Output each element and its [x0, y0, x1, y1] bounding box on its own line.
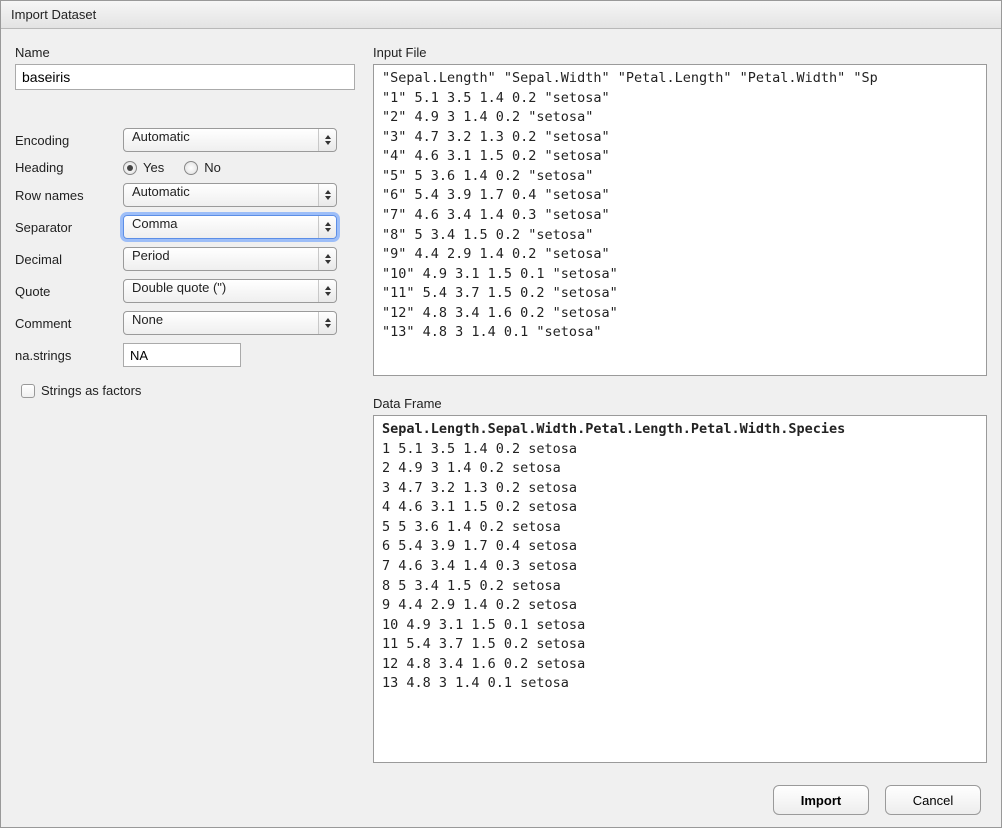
strings-as-factors-label: Strings as factors [41, 383, 141, 398]
row-names-select[interactable]: Automatic [123, 183, 337, 207]
comment-select-wrap[interactable]: None [123, 311, 337, 335]
row-names-label: Row names [15, 188, 115, 203]
cancel-button[interactable]: Cancel [885, 785, 981, 815]
input-file-label: Input File [373, 45, 987, 60]
separator-label: Separator [15, 220, 115, 235]
na-strings-label: na.strings [15, 348, 115, 363]
data-frame-preview: Sepal.Length.Sepal.Width.Petal.Length.Pe… [373, 415, 987, 763]
na-strings-input[interactable] [123, 343, 241, 367]
decimal-label: Decimal [15, 252, 115, 267]
encoding-select[interactable]: Automatic [123, 128, 337, 152]
dialog-footer: Import Cancel [1, 773, 1001, 827]
encoding-select-wrap[interactable]: Automatic [123, 128, 337, 152]
name-label: Name [15, 45, 355, 60]
heading-label: Heading [15, 160, 115, 175]
heading-yes-radio[interactable] [123, 161, 137, 175]
data-frame-label: Data Frame [373, 396, 987, 411]
row-names-select-wrap[interactable]: Automatic [123, 183, 337, 207]
decimal-select[interactable]: Period [123, 247, 337, 271]
separator-select[interactable]: Comma [123, 215, 337, 239]
window-title: Import Dataset [1, 1, 1001, 29]
separator-select-wrap[interactable]: Comma [123, 215, 337, 239]
heading-no-label: No [204, 160, 221, 175]
input-file-preview: "Sepal.Length" "Sepal.Width" "Petal.Leng… [373, 64, 987, 376]
heading-radio-group: Yes No [123, 160, 355, 175]
name-input[interactable] [15, 64, 355, 90]
quote-label: Quote [15, 284, 115, 299]
import-dataset-dialog: Import Dataset Name Encoding Automatic H… [0, 0, 1002, 828]
options-panel: Name Encoding Automatic Heading Yes No R… [15, 39, 355, 763]
preview-panel: Input File "Sepal.Length" "Sepal.Width" … [373, 39, 987, 763]
quote-select[interactable]: Double quote (") [123, 279, 337, 303]
import-button[interactable]: Import [773, 785, 869, 815]
heading-no-radio[interactable] [184, 161, 198, 175]
strings-as-factors-checkbox[interactable] [21, 384, 35, 398]
heading-yes-label: Yes [143, 160, 164, 175]
comment-label: Comment [15, 316, 115, 331]
encoding-label: Encoding [15, 133, 115, 148]
decimal-select-wrap[interactable]: Period [123, 247, 337, 271]
quote-select-wrap[interactable]: Double quote (") [123, 279, 337, 303]
comment-select[interactable]: None [123, 311, 337, 335]
